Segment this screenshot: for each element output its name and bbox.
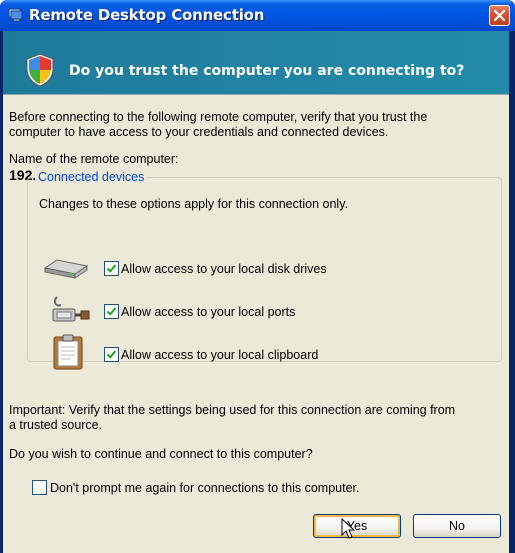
checkmark-icon: [106, 350, 117, 359]
allow-clipboard-checkbox[interactable]: [104, 347, 119, 362]
disk-drive-icon: [43, 259, 89, 279]
close-button[interactable]: [489, 5, 510, 26]
allow-clipboard-label[interactable]: Allow access to your local clipboard: [121, 348, 318, 363]
trust-question: Do you trust the computer you are connec…: [69, 63, 465, 79]
security-shield-icon: [26, 53, 54, 87]
window-title: Remote Desktop Connection: [29, 6, 265, 24]
checkmark-icon: [106, 307, 117, 316]
devices-note: Changes to these options apply for this …: [39, 197, 348, 211]
allow-ports-checkbox[interactable]: [104, 304, 119, 319]
continue-prompt: Do you wish to continue and connect to t…: [9, 447, 313, 461]
important-line-1: Important: Verify that the settings bein…: [9, 403, 456, 417]
no-button[interactable]: No: [413, 514, 501, 538]
clipboard-icon: [53, 334, 83, 370]
close-icon: [493, 9, 506, 22]
allow-disk-drives-checkbox[interactable]: [104, 261, 119, 276]
mouse-cursor-icon: [341, 518, 355, 539]
allow-disk-drives-label[interactable]: Allow access to your local disk drives: [121, 262, 327, 277]
port-plug-icon: [52, 296, 90, 322]
connected-devices-legend: Connected devices: [35, 170, 148, 184]
title-bar[interactable]: Remote Desktop Connection: [0, 0, 515, 31]
intro-line-1: Before connecting to the following remot…: [9, 110, 428, 124]
header-banner: Do you trust the computer you are connec…: [3, 31, 509, 95]
remote-computer-label: Name of the remote computer:: [9, 152, 179, 166]
remote-desktop-icon: [8, 8, 23, 21]
intro-line-2: computer to have access to your credenti…: [9, 125, 389, 139]
dont-prompt-label[interactable]: Don't prompt me again for connections to…: [50, 481, 360, 496]
yes-button[interactable]: Yes: [313, 514, 401, 538]
important-line-2: a trusted source.: [9, 418, 103, 432]
allow-ports-label[interactable]: Allow access to your local ports: [121, 305, 295, 320]
checkmark-icon: [106, 264, 117, 273]
dialog-body: Do you trust the computer you are connec…: [3, 31, 509, 553]
dont-prompt-checkbox[interactable]: [32, 480, 47, 495]
dialog-window: Remote Desktop Connection Do you trust t…: [0, 0, 515, 553]
